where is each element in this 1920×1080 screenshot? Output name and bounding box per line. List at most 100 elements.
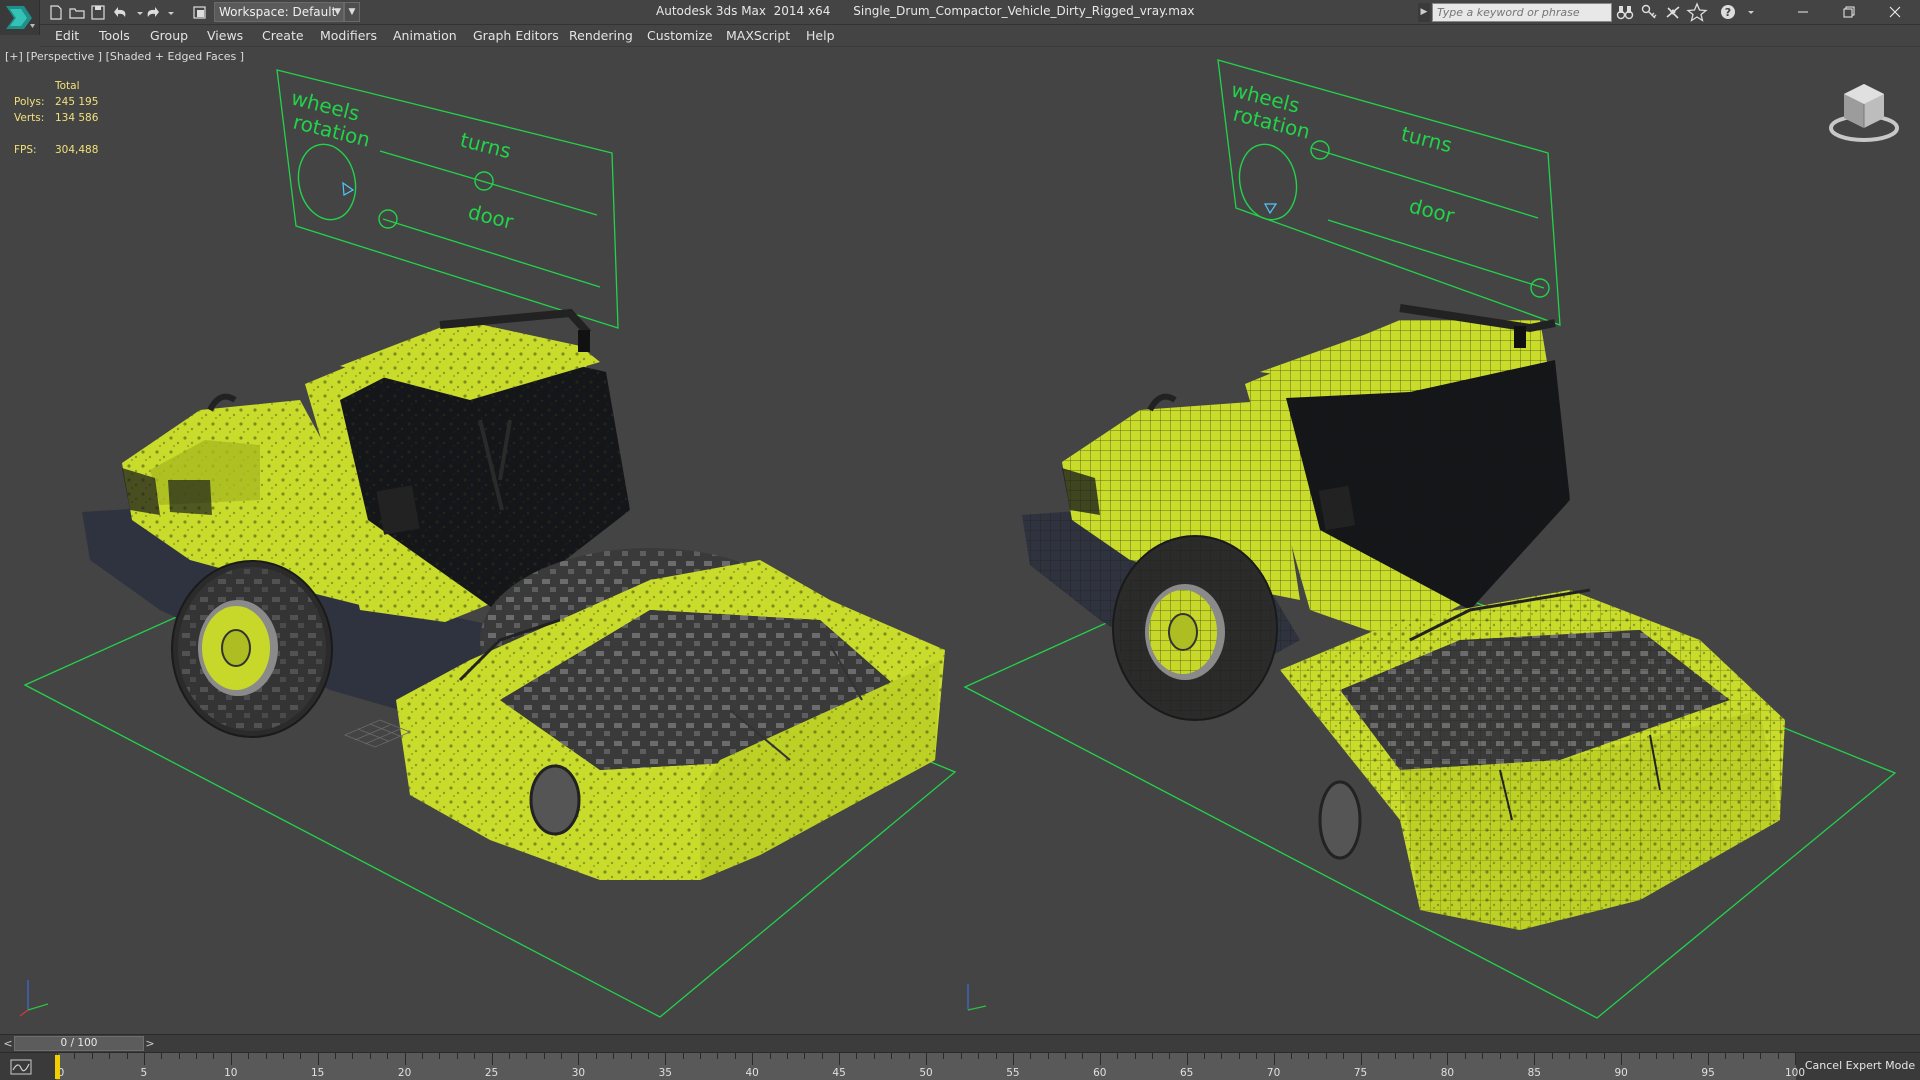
stats-fps-label: FPS:	[14, 144, 37, 156]
timeline-tick	[1186, 1053, 1188, 1065]
open-icon[interactable]	[67, 3, 87, 22]
mini-curve-editor-icon[interactable]	[10, 1059, 32, 1075]
perspective-viewport[interactable]: [+] [Perspective ] [Shaded + Edged Faces…	[0, 48, 1920, 1034]
panel-slider-turns-label: turns	[458, 128, 514, 164]
timeline-tick	[1169, 1053, 1171, 1059]
vehicle-wireframe[interactable]: wheels rotation turns door	[963, 59, 1897, 1019]
search-expand-icon[interactable]: ▶	[1418, 3, 1430, 22]
menu-bar: Edit Tools Group Views Create Modifiers …	[40, 25, 1920, 47]
restore-icon[interactable]	[1826, 0, 1872, 24]
satellite-icon[interactable]	[1662, 2, 1684, 22]
timeline-tick	[1047, 1053, 1049, 1059]
stats-fps-value: 304,488	[55, 144, 99, 156]
timeline-tick	[248, 1053, 250, 1059]
timeline-tick	[665, 1053, 667, 1065]
help-dropdown-icon[interactable]	[1740, 2, 1754, 22]
app-logo-icon[interactable]	[0, 0, 40, 35]
project-folder-icon[interactable]	[190, 3, 210, 22]
timeline-tick	[1377, 1053, 1379, 1059]
timeline-tick	[352, 1053, 354, 1059]
help-icon[interactable]: ?	[1718, 2, 1740, 22]
new-icon[interactable]	[46, 3, 66, 22]
timeline-tick	[1412, 1053, 1414, 1059]
menu-rendering[interactable]: Rendering	[569, 28, 633, 43]
menu-modifiers[interactable]: Modifiers	[320, 28, 377, 43]
timeline-tick	[1569, 1053, 1571, 1059]
timeline-tick	[1012, 1053, 1014, 1065]
time-prev-button[interactable]: <	[2, 1036, 14, 1051]
minimize-icon[interactable]	[1780, 0, 1826, 24]
control-panel-left[interactable]: wheels rotation turns door	[276, 69, 619, 329]
timeline-tick-label: 20	[397, 1067, 412, 1079]
undo-icon[interactable]	[111, 3, 131, 22]
timeline-tick	[387, 1053, 389, 1059]
timeline-tick	[1795, 1053, 1796, 1065]
timeline-tick	[856, 1053, 858, 1059]
timeline-tick	[1621, 1053, 1623, 1065]
timeline-tick	[1273, 1053, 1275, 1065]
timeline-tick	[1065, 1053, 1067, 1059]
timeline-tick	[700, 1053, 702, 1059]
workspace-dropdown[interactable]: Workspace: Default ▼	[214, 2, 344, 22]
cancel-expert-mode-button[interactable]: Cancel Expert Mode	[1800, 1059, 1920, 1072]
rear-wheel-left[interactable]	[171, 560, 333, 738]
control-panel-right[interactable]: wheels rotation turns door	[1217, 59, 1561, 326]
stats-polys-value: 245 195	[55, 96, 99, 108]
timeline-tick-label: 85	[1527, 1067, 1541, 1079]
timeline-tick-label: 15	[311, 1067, 325, 1079]
workspace-menu-button[interactable]: ▼	[344, 2, 360, 22]
timeline-tick	[282, 1053, 284, 1059]
timeline-tick	[1099, 1053, 1101, 1065]
menu-edit[interactable]: Edit	[55, 28, 79, 43]
timeline-tick	[1134, 1053, 1136, 1059]
menu-help[interactable]: Help	[806, 28, 835, 43]
timeline-tick-label: 90	[1614, 1067, 1628, 1079]
timeline-tick	[1117, 1053, 1119, 1059]
redo-dropdown-icon[interactable]	[161, 3, 174, 22]
timeline-tick	[717, 1053, 719, 1059]
vehicle-shaded[interactable]: wheels rotation turns door	[23, 69, 957, 1018]
timeline-tick	[178, 1053, 180, 1059]
chevron-down-icon: ▼	[334, 7, 341, 17]
undo-dropdown-icon[interactable]	[130, 3, 143, 22]
timeline-tick	[873, 1053, 875, 1059]
menu-animation[interactable]: Animation	[393, 28, 457, 43]
timeline-tick	[1308, 1053, 1310, 1059]
save-icon[interactable]	[88, 3, 108, 22]
menu-maxscript[interactable]: MAXScript	[726, 28, 790, 43]
binoculars-icon[interactable]	[1614, 2, 1636, 22]
timeline-tick	[317, 1053, 319, 1065]
rear-wheel-right[interactable]	[1112, 535, 1278, 721]
timeline-tick	[960, 1053, 962, 1059]
viewport-label[interactable]: [+] [Perspective ] [Shaded + Edged Faces…	[5, 50, 244, 63]
scene-render[interactable]: wheels rotation turns door wheels rotati…	[0, 48, 1920, 1034]
timeline-tick	[196, 1053, 198, 1059]
time-slider-thumb[interactable]: 0 / 100	[14, 1036, 144, 1051]
viewcube-icon[interactable]	[1826, 78, 1902, 151]
close-icon[interactable]	[1872, 0, 1918, 24]
menu-views[interactable]: Views	[207, 28, 243, 43]
menu-group[interactable]: Group	[150, 28, 188, 43]
timeline-tick	[682, 1053, 684, 1059]
menu-customize[interactable]: Customize	[647, 28, 713, 43]
current-frame-marker[interactable]	[55, 1055, 60, 1079]
timeline-ruler[interactable]: 0 5 10 15 20 25 30 35 40 45 50 55 60 65 70 75 80 85 90 95 10…	[56, 1053, 1805, 1080]
timeline-tick	[734, 1053, 736, 1059]
timeline-tick	[1725, 1053, 1727, 1059]
front-drum-right[interactable]	[1280, 588, 1785, 930]
search-input[interactable]	[1432, 3, 1612, 22]
timeline-tick	[474, 1053, 476, 1059]
menu-tools[interactable]: Tools	[99, 28, 130, 43]
timeline-tick	[421, 1053, 423, 1059]
star-icon[interactable]	[1686, 2, 1708, 22]
timeline-tick	[1430, 1053, 1432, 1059]
menu-graph-editors[interactable]: Graph Editors	[473, 28, 559, 43]
timeline-tick	[404, 1053, 406, 1065]
timeline-tick-label: 40	[745, 1067, 759, 1079]
key-icon[interactable]	[1638, 2, 1660, 22]
menu-create[interactable]: Create	[262, 28, 304, 43]
redo-icon[interactable]	[142, 3, 162, 22]
time-next-button[interactable]: >	[144, 1036, 156, 1051]
timeline-tick	[1290, 1053, 1292, 1059]
timeline-tick	[630, 1053, 632, 1059]
